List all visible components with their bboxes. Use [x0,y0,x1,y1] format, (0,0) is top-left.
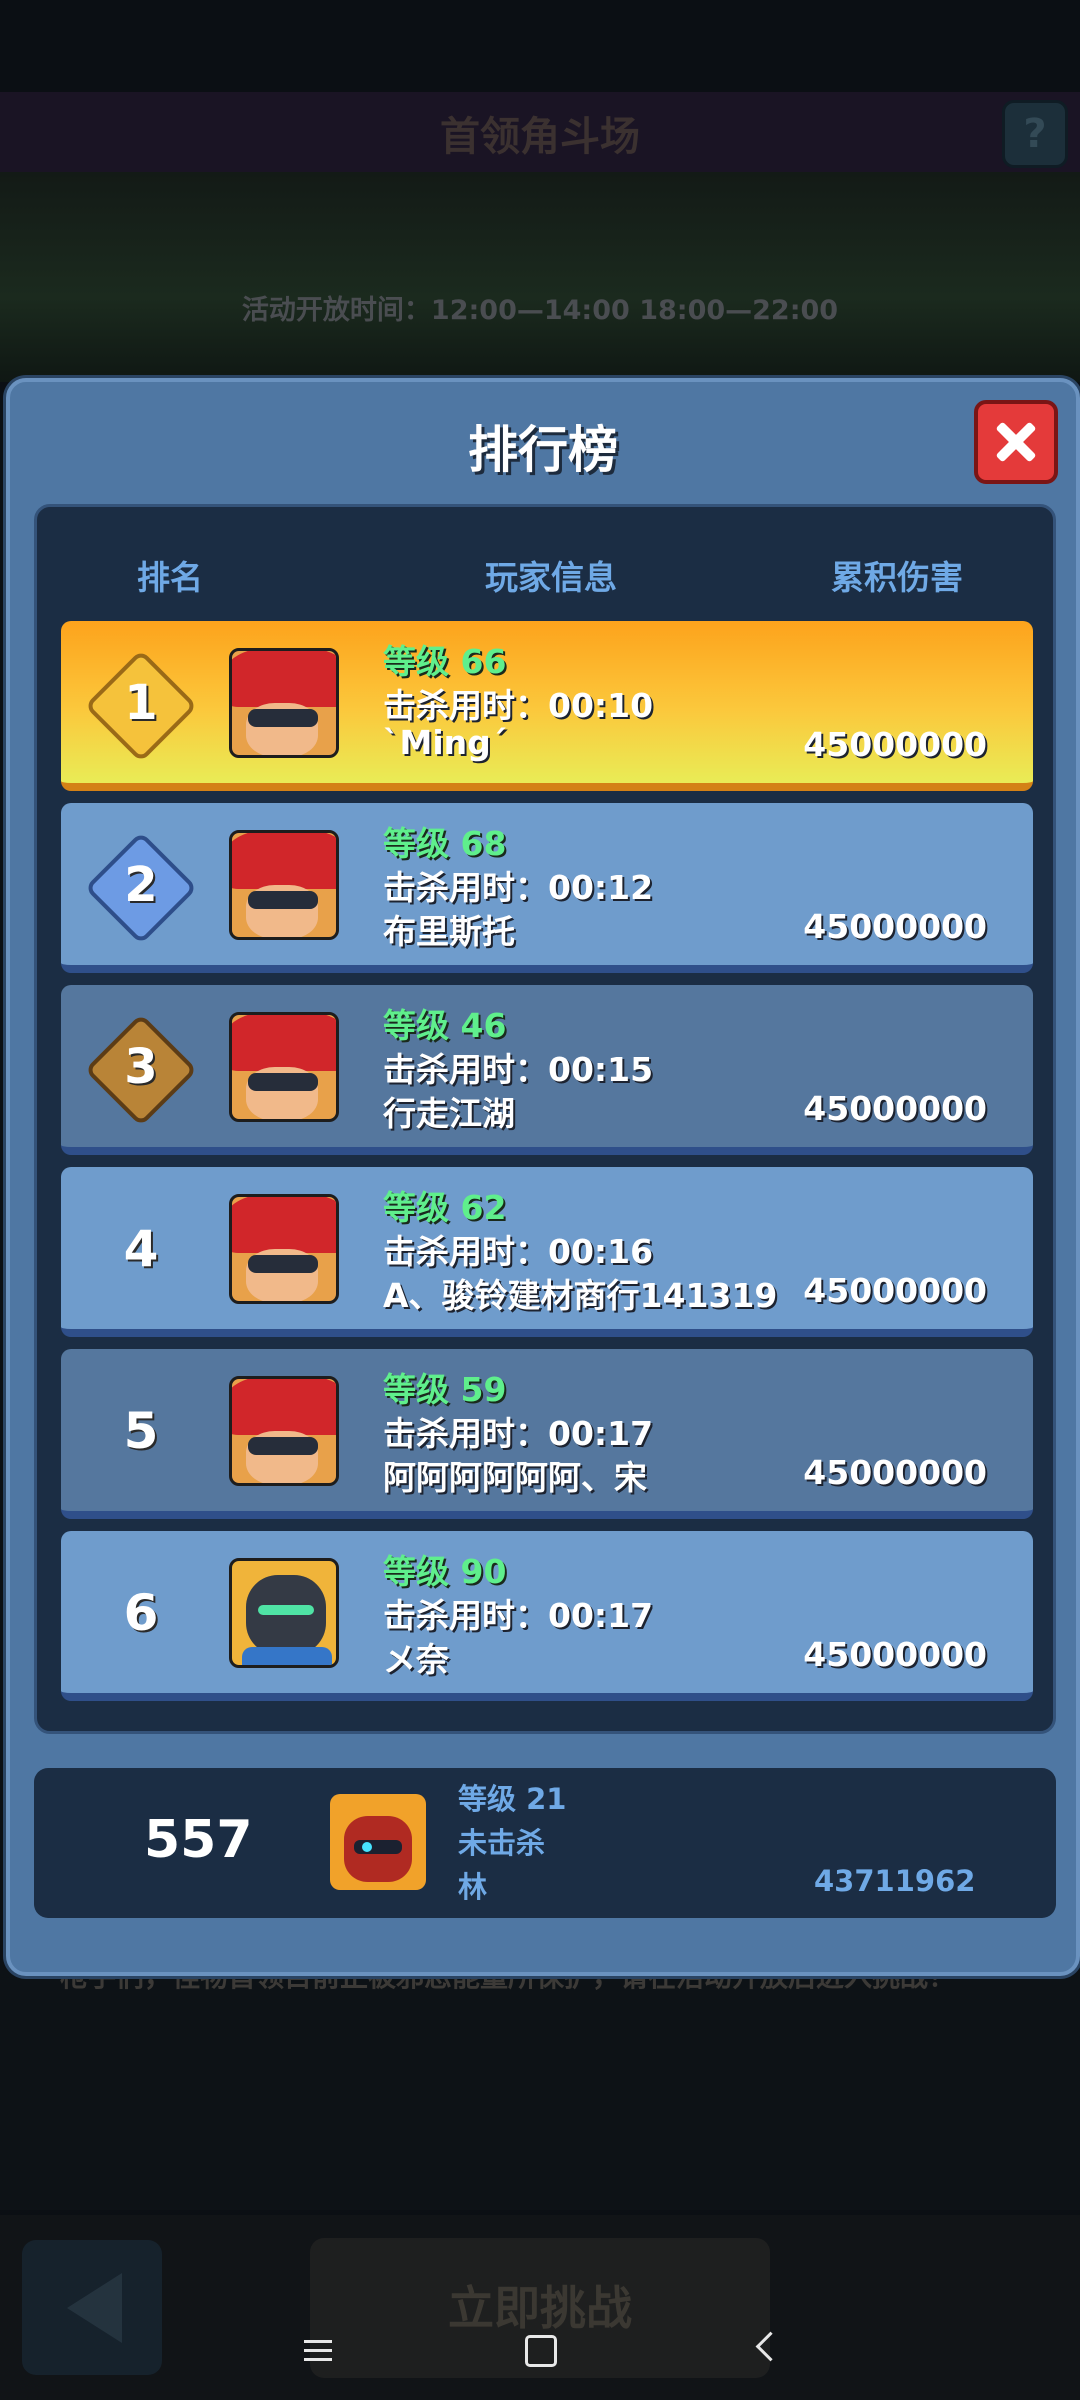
player-name: A、骏铃建材商行141319 [383,1276,778,1315]
damage-value: 45000000 [803,1089,987,1128]
leaderboard-list[interactable]: 1 等级 66 击杀用时：00:10 ˋMingˊ 45000000 2 等级 … [61,621,1033,1701]
avatar[interactable] [229,1012,339,1122]
avatar[interactable] [229,1194,339,1304]
player-level: 等级 62 [383,1188,507,1227]
leaderboard-row[interactable]: 6 等级 90 击杀用时：00:17 メ奈 45000000 [61,1531,1033,1701]
kill-time: 击杀用时：00:12 [383,868,654,907]
kill-time: 击杀用时：00:15 [383,1050,654,1089]
damage-value: 45000000 [803,1271,987,1310]
avatar[interactable] [229,1558,339,1668]
notice-area [0,1960,1080,2210]
column-header-damage: 累积伤害 [831,558,963,597]
back-icon[interactable] [736,2320,796,2380]
home-icon[interactable] [510,2320,570,2380]
help-button[interactable]: ? [1002,100,1068,168]
rank-number: 4 [123,1220,159,1278]
player-name: ˋMingˊ [383,723,508,762]
damage-value: 45000000 [803,907,987,946]
rank-number: 6 [123,1584,159,1642]
leaderboard-modal: 排行榜 排名 玩家信息 累积伤害 1 等级 66 击杀用时：00:10 ˋMin… [6,378,1080,1976]
my-level: 等级 21 [458,1782,567,1816]
system-nav-bar [0,2300,1080,2400]
kill-time: 击杀用时：00:17 [383,1596,654,1635]
leaderboard-row[interactable]: 4 等级 62 击杀用时：00:16 A、骏铃建材商行141319 450000… [61,1167,1033,1337]
avatar[interactable] [229,830,339,940]
kill-time: 击杀用时：00:10 [383,686,654,725]
page-title: 首领角斗场 [440,114,640,160]
close-button[interactable] [974,400,1058,484]
open-time-text: 活动开放时间：12:00—14:00 18:00—22:00 [241,295,839,326]
player-name: 布里斯托 [383,912,515,951]
menu-icon[interactable] [288,2320,348,2380]
player-level: 等级 66 [383,642,507,681]
my-rank-row: 557 等级 21 未击杀 林 43711962 [34,1768,1056,1918]
leaderboard-row[interactable]: 5 等级 59 击杀用时：00:17 阿阿阿阿阿阿、宋 45000000 [61,1349,1033,1519]
rank-number: 2 [124,857,158,913]
rank-number: 1 [124,675,158,731]
my-rank-number: 557 [144,1810,253,1870]
damage-value: 45000000 [803,725,987,764]
leaderboard-row[interactable]: 3 等级 46 击杀用时：00:15 行走江湖 45000000 [61,985,1033,1155]
player-level: 等级 46 [383,1006,507,1045]
leaderboard-row[interactable]: 1 等级 66 击杀用时：00:10 ˋMingˊ 45000000 [61,621,1033,791]
player-level: 等级 90 [383,1552,507,1591]
player-name: 阿阿阿阿阿阿、宋 [383,1458,647,1497]
leaderboard-panel: 排名 玩家信息 累积伤害 1 等级 66 击杀用时：00:10 ˋMingˊ 4… [34,504,1056,1734]
avatar[interactable] [229,1376,339,1486]
damage-value: 45000000 [803,1635,987,1674]
boss-scene [0,172,1080,382]
rank-number: 5 [123,1402,159,1460]
my-damage: 43711962 [814,1864,976,1898]
player-level: 等级 59 [383,1370,507,1409]
column-header-player-info: 玩家信息 [485,558,617,597]
kill-time: 击杀用时：00:16 [383,1232,654,1271]
player-name: 行走江湖 [383,1094,515,1133]
player-level: 等级 68 [383,824,507,863]
column-header-rank: 排名 [137,558,203,597]
player-name: メ奈 [383,1640,449,1679]
my-name: 林 [458,1870,488,1904]
avatar[interactable] [229,648,339,758]
damage-value: 45000000 [803,1453,987,1492]
leaderboard-row[interactable]: 2 等级 68 击杀用时：00:12 布里斯托 45000000 [61,803,1033,973]
rank-number: 3 [124,1039,158,1095]
my-kill-status: 未击杀 [458,1826,546,1860]
avatar[interactable] [330,1794,426,1890]
kill-time: 击杀用时：00:17 [383,1414,654,1453]
modal-title: 排行榜 [468,421,618,479]
